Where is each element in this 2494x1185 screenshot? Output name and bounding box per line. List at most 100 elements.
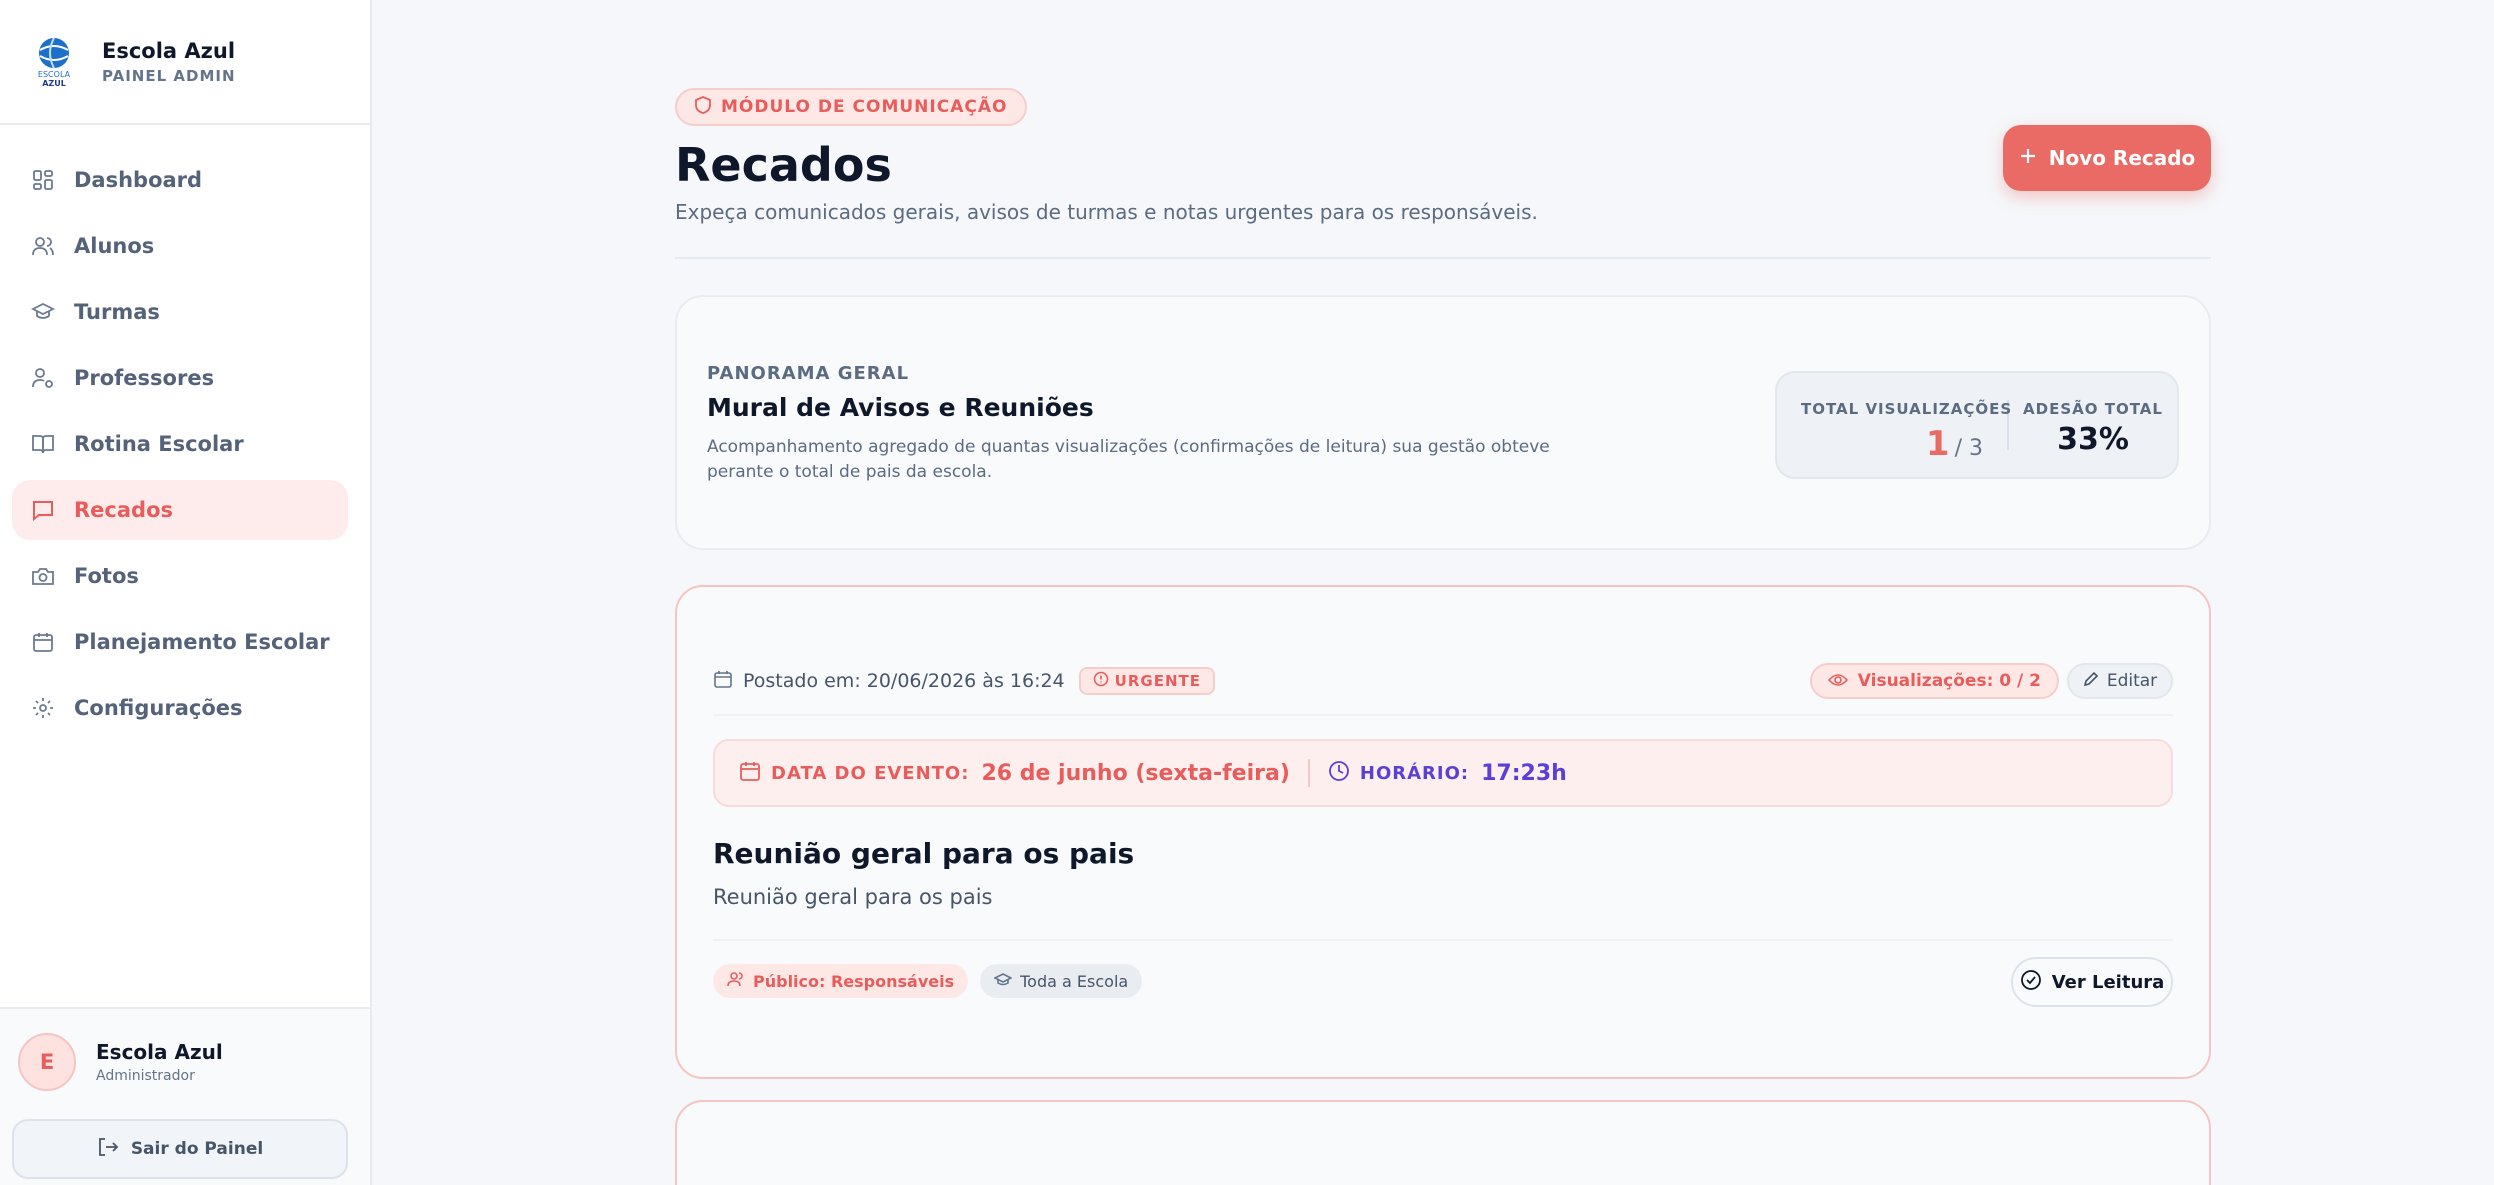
brand-subtitle: PAINEL ADMIN	[102, 66, 236, 85]
recado-card: Postado em: 20/06/2026 às 16:24 URGENTE …	[675, 585, 2211, 1079]
gear-icon	[30, 695, 56, 721]
header-divider	[675, 257, 2211, 259]
sidebar-item-label: Dashboard	[74, 168, 203, 192]
overview-title: Mural de Avisos e Reuniões	[707, 393, 1094, 422]
shield-icon	[695, 96, 711, 118]
event-time-label: HORÁRIO:	[1359, 762, 1470, 784]
event-info: DATA DO EVENTO: 26 de junho (sexta-feira…	[713, 739, 2173, 807]
plus-icon	[2019, 147, 2037, 169]
clock-icon	[1328, 760, 1350, 786]
calendar-icon	[30, 629, 56, 655]
event-time: 17:23h	[1481, 760, 1567, 786]
alert-icon	[1093, 671, 1109, 691]
adhesion-value: 33%	[2057, 422, 2129, 457]
urgent-badge: URGENTE	[1078, 667, 1215, 695]
sidebar-item-label: Fotos	[74, 564, 139, 588]
total-views-total: / 3	[1954, 436, 1983, 461]
message-icon	[30, 497, 56, 523]
scope-tag: Toda a Escola	[980, 964, 1143, 998]
sidebar-item-label: Configurações	[74, 696, 243, 720]
posted-date: Postado em: 20/06/2026 às 16:24	[743, 670, 1065, 692]
event-date-label: DATA DO EVENTO:	[771, 762, 970, 784]
eye-icon	[1827, 672, 1848, 691]
views-label: Visualizações: 0 / 2	[1857, 671, 2041, 691]
logout-label: Sair do Painel	[130, 1139, 264, 1159]
users-icon	[727, 971, 745, 991]
sidebar-item-turmas[interactable]: Turmas	[12, 282, 348, 342]
logout-icon	[97, 1137, 119, 1161]
recado-tags: Público: Responsáveis Toda a Escola	[713, 964, 1154, 998]
logo-text-top: ESCOLA	[37, 69, 71, 79]
avatar: E	[18, 1033, 76, 1091]
calendar-icon	[713, 669, 733, 693]
graduation-cap-icon	[30, 299, 56, 325]
overview-card: PANORAMA GERAL Mural de Avisos e Reuniõe…	[675, 295, 2211, 550]
sidebar: ESCOLA AZUL Escola Azul PAINEL ADMIN Das…	[0, 0, 372, 1185]
graduation-cap-icon	[993, 972, 1013, 991]
sidebar-item-fotos[interactable]: Fotos	[12, 546, 348, 606]
card-divider	[713, 939, 2173, 941]
recado-title: Reunião geral para os pais	[713, 837, 1135, 870]
total-views-value: 1	[1925, 424, 1950, 464]
sidebar-item-planejamento[interactable]: Planejamento Escolar	[12, 612, 348, 672]
logo-text-bottom: AZUL	[42, 78, 66, 88]
total-views-label: TOTAL VISUALIZAÇÕES	[1801, 400, 2013, 418]
recado-body: Reunião geral para os pais	[713, 885, 993, 909]
scope-label: Toda a Escola	[1020, 971, 1129, 991]
check-circle-icon	[2020, 969, 2042, 995]
event-date: 26 de junho (sexta-feira)	[981, 760, 1290, 786]
audience-tag: Público: Responsáveis	[713, 964, 969, 998]
sidebar-item-label: Recados	[74, 498, 173, 522]
logout-button[interactable]: Sair do Painel	[12, 1119, 348, 1179]
views-badge: Visualizações: 0 / 2	[1809, 663, 2059, 699]
pencil-icon	[2083, 671, 2099, 691]
total-views-stat: TOTAL VISUALIZAÇÕES 1 / 3	[1777, 400, 2013, 464]
user-name: Escola Azul	[96, 1040, 223, 1064]
overview-overline: PANORAMA GERAL	[707, 363, 910, 384]
school-logo: ESCOLA AZUL	[32, 34, 76, 90]
adhesion-label: ADESÃO TOTAL	[2023, 400, 2163, 418]
brand-name: Escola Azul	[102, 38, 236, 63]
recado-card-next	[675, 1100, 2211, 1185]
brand-header: ESCOLA AZUL Escola Azul PAINEL ADMIN	[0, 0, 370, 125]
page-subtitle: Expeça comunicados gerais, avisos de tur…	[675, 200, 1538, 224]
recado-meta: Postado em: 20/06/2026 às 16:24 URGENTE	[713, 667, 1215, 695]
page-title: Recados	[675, 138, 892, 192]
adhesion-stat: ADESÃO TOTAL 33%	[2009, 400, 2177, 457]
camera-icon	[30, 563, 56, 589]
stats-box: TOTAL VISUALIZAÇÕES 1 / 3 ADESÃO TOTAL 3…	[1775, 371, 2179, 479]
user-panel: E Escola Azul Administrador Sair do Pain…	[0, 1007, 370, 1185]
sidebar-item-label: Alunos	[74, 234, 155, 258]
sidebar-item-rotina[interactable]: Rotina Escolar	[12, 414, 348, 474]
new-recado-label: Novo Recado	[2048, 146, 2196, 170]
sidebar-item-label: Planejamento Escolar	[74, 630, 330, 654]
sidebar-item-configuracoes[interactable]: Configurações	[12, 678, 348, 738]
module-badge: MÓDULO DE COMUNICAÇÃO	[675, 88, 1028, 126]
sidebar-item-alunos[interactable]: Alunos	[12, 216, 348, 276]
view-reading-button[interactable]: Ver Leitura	[2011, 957, 2173, 1007]
new-recado-button[interactable]: Novo Recado	[2003, 125, 2211, 191]
urgent-label: URGENTE	[1114, 672, 1201, 690]
sidebar-nav: Dashboard Alunos Turmas Professores Roti…	[12, 150, 348, 744]
sidebar-item-recados[interactable]: Recados	[12, 480, 348, 540]
sidebar-item-professores[interactable]: Professores	[12, 348, 348, 408]
users-icon	[30, 233, 56, 259]
sidebar-item-label: Rotina Escolar	[74, 432, 244, 456]
edit-button[interactable]: Editar	[2067, 663, 2173, 699]
user-cog-icon	[30, 365, 56, 391]
sidebar-item-label: Professores	[74, 366, 215, 390]
sidebar-item-label: Turmas	[74, 300, 160, 324]
overview-description: Acompanhamento agregado de quantas visua…	[707, 437, 1550, 482]
sidebar-item-dashboard[interactable]: Dashboard	[12, 150, 348, 210]
globe-icon	[39, 37, 69, 68]
event-divider	[1307, 759, 1310, 787]
view-reading-label: Ver Leitura	[2051, 971, 2165, 993]
card-divider	[713, 714, 2173, 716]
edit-label: Editar	[2106, 671, 2158, 691]
calendar-icon	[739, 760, 761, 786]
grid-icon	[30, 167, 56, 193]
user-role: Administrador	[96, 1068, 195, 1084]
audience-label: Público: Responsáveis	[753, 971, 955, 991]
book-icon	[30, 431, 56, 457]
module-badge-label: MÓDULO DE COMUNICAÇÃO	[721, 97, 1008, 117]
